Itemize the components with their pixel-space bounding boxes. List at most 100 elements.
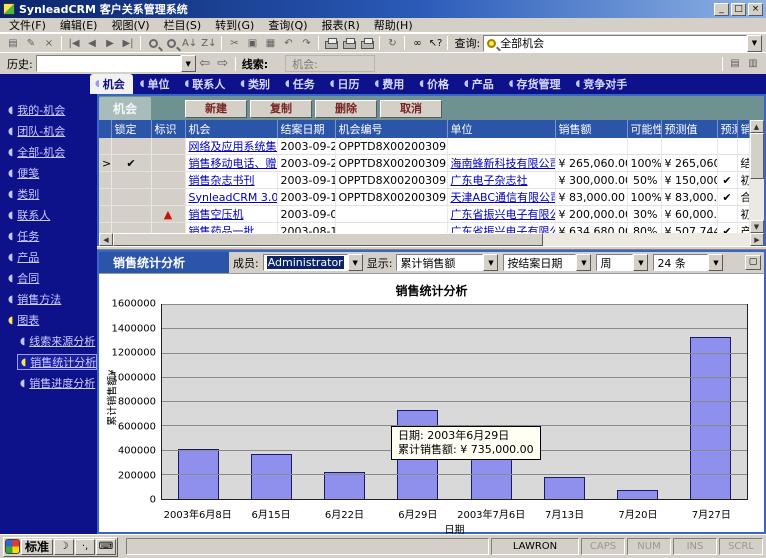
menu-item[interactable]: 文件(F) xyxy=(2,17,53,33)
scroll-up-icon[interactable]: ▲ xyxy=(750,120,764,133)
restore-button[interactable]: □ xyxy=(731,3,746,16)
sidebar-item-任务[interactable]: ◖任务 xyxy=(8,228,97,244)
print-preview-icon[interactable] xyxy=(358,35,376,51)
history-combobox[interactable]: ▼ xyxy=(36,55,196,72)
ime-logo-icon[interactable] xyxy=(5,539,20,554)
period-combobox[interactable]: 周 ▼ xyxy=(596,254,648,271)
group-by-combobox[interactable]: 按结案日期 ▼ xyxy=(503,254,591,271)
nav-first-icon[interactable]: |◀ xyxy=(65,35,83,51)
opportunity-link[interactable]: 销售空压机 xyxy=(185,206,277,223)
tab-日历[interactable]: ◖日历 xyxy=(325,74,368,94)
query-dropdown-button[interactable]: ▼ xyxy=(747,35,762,52)
chart-bar-7月20日[interactable] xyxy=(617,490,658,499)
sidebar-item-团队-机会[interactable]: ◖团队-机会 xyxy=(8,123,97,139)
help-pointer-icon[interactable]: ↖? xyxy=(426,35,444,51)
sidebar-item-联系人[interactable]: ◖联系人 xyxy=(8,207,97,223)
column-header-结案日期[interactable]: 结案日期 xyxy=(277,120,335,138)
report-icon[interactable]: ▥ xyxy=(744,56,762,72)
cut-icon[interactable]: ✂ xyxy=(225,35,243,51)
tab-联系人[interactable]: ◖联系人 xyxy=(180,74,234,94)
copy-icon[interactable]: ▣ xyxy=(243,35,261,51)
undo-icon[interactable]: ↶ xyxy=(279,35,297,51)
minimize-button[interactable]: _ xyxy=(714,3,729,16)
period-dropdown-button[interactable]: ▼ xyxy=(633,254,648,271)
action-button-取消[interactable]: 取消 xyxy=(380,100,442,118)
close-button[interactable]: × xyxy=(748,3,763,16)
scroll-right-icon[interactable]: ▶ xyxy=(750,233,764,246)
opportunity-panel-tab[interactable]: 机会 xyxy=(99,97,151,120)
display-dropdown-button[interactable]: ▼ xyxy=(483,254,498,271)
sidebar-item-销售进度分析[interactable]: ◖销售进度分析 xyxy=(20,375,97,391)
menu-item[interactable]: 栏目(S) xyxy=(157,17,209,33)
company-link[interactable] xyxy=(447,138,555,155)
column-header-销售额[interactable]: 销售额 xyxy=(555,120,627,138)
table-row[interactable]: 销售杂志书刊2003-09-16OPPTD8X0020030916001广东电子… xyxy=(99,172,749,189)
opportunity-link[interactable]: 销售杂志书刊 xyxy=(185,172,277,189)
delete-icon[interactable]: × xyxy=(40,35,58,51)
tab-机会[interactable]: ◖机会 xyxy=(90,74,133,94)
edit-icon[interactable]: ✎ xyxy=(22,35,40,51)
paste-icon[interactable]: ▦ xyxy=(261,35,279,51)
nav-prev-icon[interactable]: ◀ xyxy=(83,35,101,51)
column-header-销[interactable]: 销 xyxy=(737,120,749,138)
tab-价格[interactable]: ◖价格 xyxy=(414,74,457,94)
back-icon[interactable]: ⇦ xyxy=(196,56,214,72)
tab-费用[interactable]: ◖费用 xyxy=(370,74,413,94)
sidebar-item-销售统计分析[interactable]: ◖销售统计分析 xyxy=(17,354,97,370)
column-header-机会编号[interactable]: 机会编号 xyxy=(335,120,447,138)
table-vertical-scrollbar[interactable]: ▲ ▼ xyxy=(750,120,764,233)
column-header-机会[interactable]: 机会 xyxy=(185,120,277,138)
table-horizontal-scrollbar[interactable]: ◀ ▶ xyxy=(99,233,764,246)
member-dropdown-button[interactable]: ▼ xyxy=(348,254,363,271)
chart-bar-6月15日[interactable] xyxy=(251,454,292,499)
sidebar-item-便笺[interactable]: ◖便笺 xyxy=(8,165,97,181)
column-header-标识[interactable]: 标识 xyxy=(151,120,185,138)
query-combobox[interactable]: 全部机会 ▼ xyxy=(483,35,762,52)
forward-icon[interactable]: ⇨ xyxy=(214,56,232,72)
scroll-left-icon[interactable]: ◀ xyxy=(99,233,113,246)
menu-item[interactable]: 帮助(H) xyxy=(367,17,420,33)
tab-类别[interactable]: ◖类别 xyxy=(235,74,278,94)
nav-next-icon[interactable]: ▶ xyxy=(101,35,119,51)
sidebar-item-图表[interactable]: ◖图表 xyxy=(8,312,97,328)
menu-item[interactable]: 视图(V) xyxy=(104,17,156,33)
nav-last-icon[interactable]: ▶| xyxy=(119,35,137,51)
print-setup-icon[interactable] xyxy=(340,35,358,51)
binoculars-find-icon[interactable]: ∞ xyxy=(408,35,426,51)
menu-item[interactable]: 编辑(E) xyxy=(53,17,105,33)
refresh-icon[interactable]: ↻ xyxy=(383,35,401,51)
new-icon[interactable]: ▤ xyxy=(4,35,22,51)
table-row[interactable]: ▲销售空压机2003-09-09广东省振兴电子有限公司¥ 200,000.003… xyxy=(99,206,749,223)
tab-竞争对手[interactable]: ◖竞争对手 xyxy=(571,74,636,94)
count-combobox[interactable]: 24 条 ▼ xyxy=(653,254,723,271)
tab-单位[interactable]: ◖单位 xyxy=(135,74,178,94)
menu-item[interactable]: 报表(R) xyxy=(315,17,367,33)
query-builder-icon[interactable] xyxy=(144,35,162,51)
maximize-chart-button[interactable]: ▢ xyxy=(745,255,761,270)
sidebar-item-线索来源分析[interactable]: ◖线索来源分析 xyxy=(20,333,97,349)
ime-soft-keyboard-icon[interactable]: ⌨ xyxy=(96,539,116,555)
column-header-单位[interactable]: 单位 xyxy=(447,120,555,138)
sidebar-item-销售方法[interactable]: ◖销售方法 xyxy=(8,291,97,307)
action-button-新建[interactable]: 新建 xyxy=(185,100,247,118)
menu-item[interactable]: 转到(G) xyxy=(208,17,261,33)
tab-产品[interactable]: ◖产品 xyxy=(459,74,502,94)
opportunity-link[interactable]: 网络及应用系统集成 xyxy=(185,138,277,155)
sidebar-item-我的-机会[interactable]: ◖我的-机会 xyxy=(8,102,97,118)
member-combobox[interactable]: Administrator ▼ xyxy=(263,254,363,271)
chart-bar-2003年7月6日[interactable] xyxy=(471,458,512,499)
menu-item[interactable]: 查询(Q) xyxy=(261,17,314,33)
opportunity-link[interactable]: SynleadCRM 3.0 xyxy=(185,189,277,206)
sort-ascending-icon[interactable]: A↓ xyxy=(180,35,199,51)
table-row[interactable]: 网络及应用系统集成2003-09-23OPPTD8X0020030923001 xyxy=(99,138,749,155)
company-link[interactable]: 广东电子杂志社 xyxy=(447,172,555,189)
chart-bar-6月22日[interactable] xyxy=(324,472,365,499)
column-header-锁定[interactable]: 锁定 xyxy=(111,120,151,138)
scroll-down-icon[interactable]: ▼ xyxy=(750,220,764,233)
history-dropdown-button[interactable]: ▼ xyxy=(181,55,196,72)
company-link[interactable]: 广东省振兴电子有限公司 xyxy=(447,206,555,223)
count-dropdown-button[interactable]: ▼ xyxy=(708,254,723,271)
action-button-复制[interactable]: 复制 xyxy=(250,100,312,118)
display-combobox[interactable]: 累计销售额 ▼ xyxy=(396,254,498,271)
tab-存货管理[interactable]: ◖存货管理 xyxy=(504,74,569,94)
